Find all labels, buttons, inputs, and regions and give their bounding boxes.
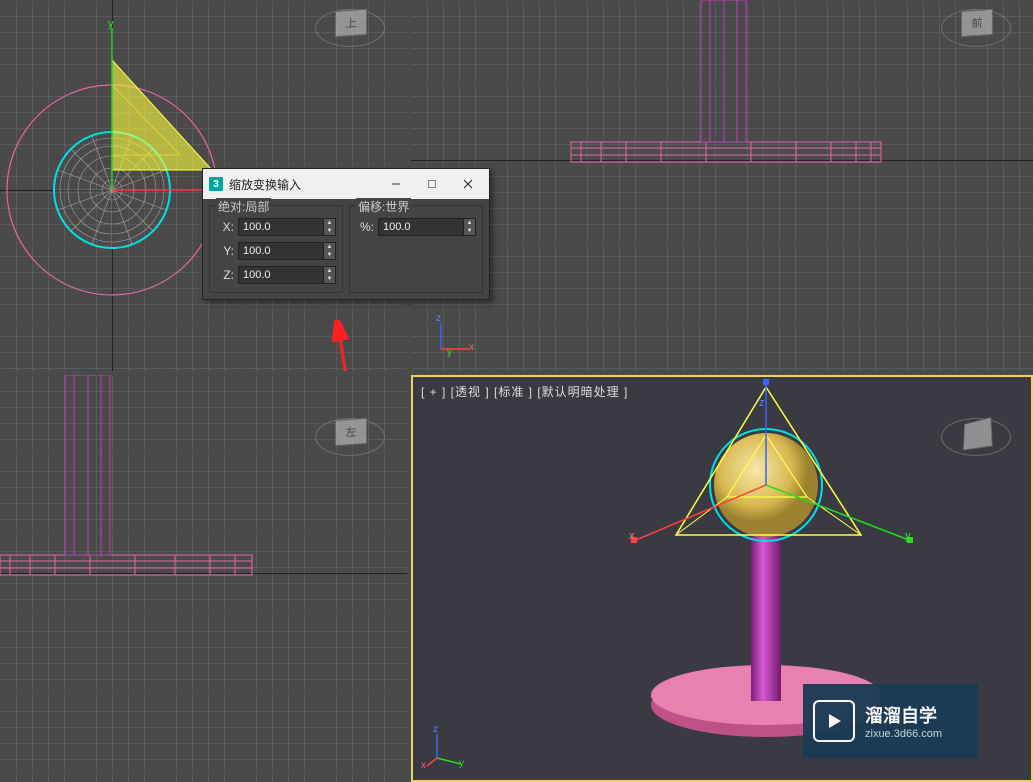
gizmo-y-label: y	[905, 530, 911, 542]
offset-world-group: 偏移:世界 %: 100.0 ▲▼	[349, 205, 483, 293]
mini-axis-front: z x y	[433, 317, 473, 357]
x-down[interactable]: ▼	[323, 227, 335, 235]
viewcube-perspective[interactable]	[941, 413, 1011, 463]
z-up[interactable]: ▲	[323, 267, 335, 275]
y-up[interactable]: ▲	[323, 243, 335, 251]
gizmo-z-label: z	[759, 397, 765, 409]
front-geometry	[411, 0, 1033, 371]
close-button[interactable]	[453, 172, 483, 196]
viewcube-top[interactable]: 上	[315, 4, 385, 54]
y-input[interactable]: 100.0 ▲▼	[238, 242, 336, 260]
absolute-local-legend: 绝对:局部	[216, 198, 271, 215]
annotation-arrow	[328, 320, 358, 371]
viewcube-front[interactable]: 前	[941, 4, 1011, 54]
z-input[interactable]: 100.0 ▲▼	[238, 266, 336, 284]
viewport-front[interactable]: z x y 前	[411, 0, 1033, 371]
x-input[interactable]: 100.0 ▲▼	[238, 218, 336, 236]
z-down[interactable]: ▼	[323, 275, 335, 283]
play-icon	[813, 700, 855, 742]
watermark: 溜溜自学 zixue.3d66.com	[803, 684, 978, 758]
axis-y-label: y	[108, 18, 114, 30]
app-icon: 3	[209, 177, 223, 191]
dialog-title: 缩放变换输入	[229, 176, 301, 193]
pct-input[interactable]: 100.0 ▲▼	[378, 218, 476, 236]
pct-up[interactable]: ▲	[463, 219, 475, 227]
pct-down[interactable]: ▼	[463, 227, 475, 235]
minimize-button[interactable]	[381, 172, 411, 196]
x-up[interactable]: ▲	[323, 219, 335, 227]
y-label: Y:	[216, 244, 234, 258]
scale-transform-dialog[interactable]: 3 缩放变换输入 绝对:局部 X: 100.0 ▲▼ Y: 100.0 ▲▼	[202, 168, 490, 300]
gizmo-x-label: x	[629, 530, 635, 542]
absolute-local-group: 绝对:局部 X: 100.0 ▲▼ Y: 100.0 ▲▼ Z: 100.0 ▲…	[209, 205, 343, 293]
watermark-url: zixue.3d66.com	[865, 728, 942, 740]
maximize-button[interactable]	[417, 172, 447, 196]
viewcube-left[interactable]: 左	[315, 413, 385, 463]
x-label: X:	[216, 220, 234, 234]
dialog-titlebar[interactable]: 3 缩放变换输入	[203, 169, 489, 199]
offset-world-legend: 偏移:世界	[356, 198, 411, 215]
z-label: Z:	[216, 268, 234, 282]
watermark-title: 溜溜自学	[865, 702, 942, 728]
pct-label: %:	[356, 220, 374, 234]
mini-axis-persp: z y x	[425, 728, 465, 768]
y-down[interactable]: ▼	[323, 251, 335, 259]
viewport-left[interactable]: 左	[0, 375, 407, 782]
